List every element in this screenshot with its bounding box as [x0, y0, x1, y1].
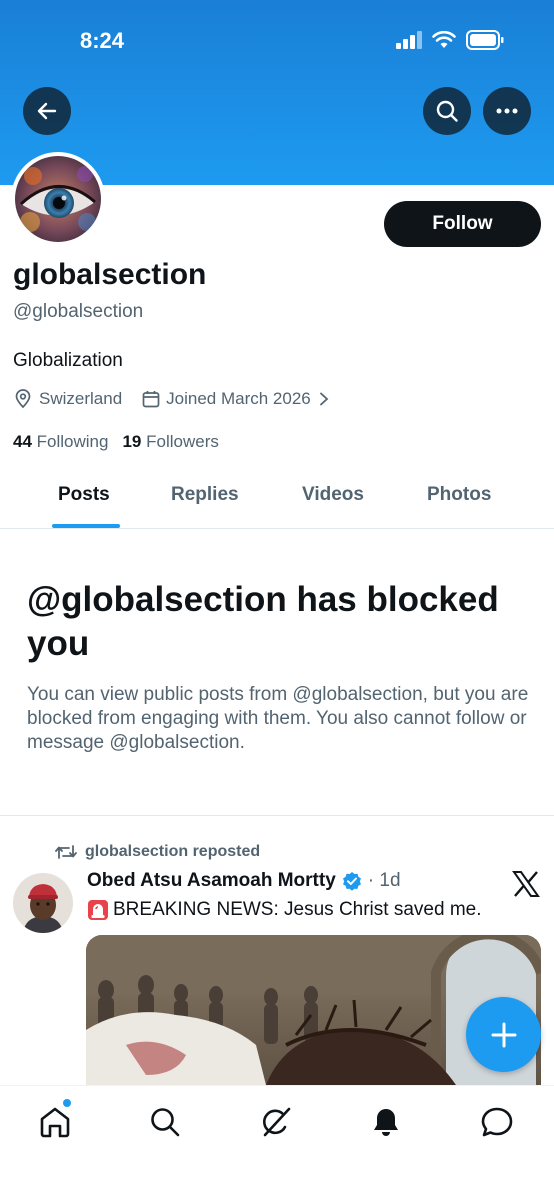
avatar-image — [15, 156, 101, 242]
post-text: BREAKING NEWS: Jesus Christ saved me. — [87, 899, 482, 921]
wifi-icon — [432, 31, 456, 48]
tab-videos[interactable]: Videos — [302, 484, 364, 506]
following-count: 44 — [13, 432, 32, 451]
follow-button[interactable]: Follow — [384, 201, 541, 247]
post-author-name[interactable]: Obed Atsu Asamoah Mortty — [87, 870, 336, 892]
location-item: Swizerland — [13, 389, 122, 409]
repost-icon — [55, 845, 77, 859]
status-time: 8:24 — [80, 28, 125, 53]
search-icon — [436, 100, 458, 122]
active-tab-indicator — [52, 524, 120, 528]
home-notification-dot — [63, 1099, 71, 1107]
calendar-icon — [142, 391, 160, 408]
bottom-navigation — [0, 1085, 554, 1201]
grok-icon — [263, 1107, 291, 1137]
arrow-left-icon — [37, 102, 57, 120]
signal-icon — [396, 31, 422, 49]
profile-bio: Globalization — [13, 350, 123, 371]
nav-home[interactable] — [37, 1104, 73, 1140]
bell-icon — [374, 1109, 398, 1136]
joined-text: Joined March 2026 — [166, 389, 311, 408]
following-link[interactable]: 44 Following — [13, 432, 108, 452]
joined-item[interactable]: Joined March 2026 — [142, 389, 329, 409]
post-time: · 1d — [367, 870, 401, 891]
status-icons — [396, 30, 504, 50]
profile-handle: @globalsection — [13, 301, 144, 322]
nav-notifications[interactable] — [368, 1104, 404, 1140]
blocked-title: @globalsection has blocked you — [27, 580, 499, 663]
x-logo-icon — [512, 871, 540, 897]
tab-posts[interactable]: Posts — [58, 484, 110, 506]
compose-button[interactable] — [466, 997, 541, 1072]
location-text: Swizerland — [39, 389, 123, 408]
post-author-avatar[interactable] — [13, 873, 73, 933]
verified-badge-icon — [342, 872, 361, 891]
display-name: globalsection — [13, 258, 207, 291]
followers-label: Followers — [146, 432, 219, 451]
plus-icon — [491, 1022, 516, 1047]
tab-photos[interactable]: Photos — [427, 484, 491, 506]
siren-icon — [88, 900, 108, 920]
post-image[interactable] — [86, 935, 541, 1085]
repost-label: globalsection reposted — [85, 843, 261, 860]
more-horizontal-icon — [496, 108, 518, 114]
post-author-line: Obed Atsu Asamoah Mortty · 1d — [87, 870, 401, 892]
profile-tabs: Posts Replies Videos Photos — [0, 470, 554, 529]
followers-count: 19 — [122, 432, 142, 451]
nav-messages[interactable] — [479, 1104, 515, 1140]
nav-grok[interactable] — [258, 1104, 294, 1140]
chevron-right-icon — [319, 392, 329, 406]
divider — [0, 815, 554, 816]
repost-indicator: globalsection reposted — [55, 843, 260, 861]
search-icon — [151, 1108, 180, 1137]
search-button[interactable] — [423, 87, 471, 135]
tab-replies[interactable]: Replies — [171, 484, 239, 506]
profile-avatar[interactable] — [11, 152, 105, 246]
blocked-body: You can view public posts from @globalse… — [27, 684, 529, 753]
message-icon — [481, 1107, 513, 1137]
nav-search[interactable] — [147, 1104, 183, 1140]
back-button[interactable] — [23, 87, 71, 135]
follow-counts: 44 Following 19 Followers — [13, 432, 219, 452]
battery-icon — [466, 30, 504, 50]
post-text-body: BREAKING NEWS: Jesus Christ saved me. — [113, 899, 482, 920]
followers-link[interactable]: 19 Followers — [122, 432, 218, 452]
home-icon — [40, 1107, 70, 1138]
location-pin-icon — [15, 389, 31, 409]
following-label: Following — [36, 432, 109, 451]
profile-meta: Swizerland Joined March 2026 — [13, 389, 329, 409]
more-options-button[interactable] — [483, 87, 531, 135]
